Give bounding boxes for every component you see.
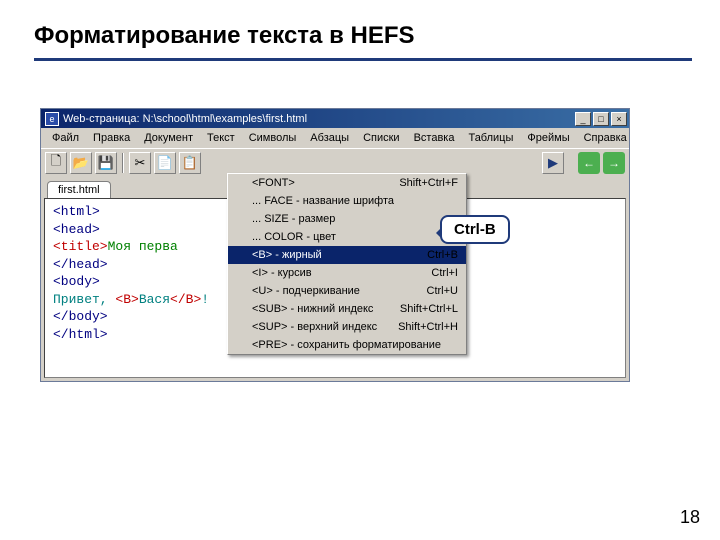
- menu-file[interactable]: Файл: [45, 130, 86, 146]
- dd-italic[interactable]: <I> - курсивCtrl+I: [228, 264, 466, 282]
- dd-font[interactable]: <FONT>Shift+Ctrl+F: [228, 174, 466, 192]
- text-dropdown: <FONT>Shift+Ctrl+F ... FACE - название ш…: [227, 173, 467, 355]
- code-text: !: [201, 292, 209, 307]
- play-icon: ▶: [548, 155, 558, 171]
- toolbar-separator: [122, 153, 124, 173]
- cut-icon: ✂: [135, 155, 146, 171]
- menu-frames[interactable]: Фреймы: [520, 130, 576, 146]
- run-button[interactable]: ▶: [542, 152, 564, 174]
- dd-size[interactable]: ... SIZE - размер: [228, 210, 466, 228]
- new-button[interactable]: 🗋: [45, 152, 67, 174]
- menu-text[interactable]: Текст: [200, 130, 242, 146]
- title-bar: e Web-страница: N:\school\html\examples\…: [41, 109, 629, 128]
- save-button[interactable]: 💾: [95, 152, 117, 174]
- menu-bar: Файл Правка Документ Текст Символы Абзац…: [41, 128, 629, 148]
- app-window: e Web-страница: N:\school\html\examples\…: [40, 108, 630, 382]
- paste-icon: 📋: [182, 155, 198, 171]
- paste-button[interactable]: 📋: [179, 152, 201, 174]
- menu-document[interactable]: Документ: [137, 130, 200, 146]
- code-line: </body>: [53, 309, 108, 324]
- menu-symbols[interactable]: Символы: [242, 130, 304, 146]
- dd-pre[interactable]: <PRE> - сохранить форматирование: [228, 336, 466, 354]
- shortcut-callout: Ctrl-B: [440, 215, 510, 244]
- menu-insert[interactable]: Вставка: [407, 130, 462, 146]
- dd-sub[interactable]: <SUB> - нижний индексShift+Ctrl+L: [228, 300, 466, 318]
- menu-paragraphs[interactable]: Абзацы: [303, 130, 356, 146]
- code-tag: </B>: [170, 292, 201, 307]
- code-tag: <title>: [53, 239, 108, 254]
- code-line: </head>: [53, 257, 108, 272]
- minimize-button[interactable]: _: [575, 112, 591, 126]
- menu-edit[interactable]: Правка: [86, 130, 137, 146]
- dd-bold[interactable]: <B> - жирныйCtrl+B: [228, 246, 466, 264]
- code-editor[interactable]: <html> <head> <title>Моя перва </head> <…: [44, 198, 626, 378]
- forward-button[interactable]: →: [603, 152, 625, 174]
- code-tag: <B>: [115, 292, 138, 307]
- menu-tables[interactable]: Таблицы: [461, 130, 520, 146]
- code-text: Привет,: [53, 292, 115, 307]
- cut-button[interactable]: ✂: [129, 152, 151, 174]
- new-icon: 🗋: [51, 152, 61, 174]
- copy-icon: 📄: [157, 155, 173, 171]
- open-button[interactable]: 📂: [70, 152, 92, 174]
- copy-button[interactable]: 📄: [154, 152, 176, 174]
- dd-underline[interactable]: <U> - подчеркиваниеCtrl+U: [228, 282, 466, 300]
- menu-help[interactable]: Справка: [577, 130, 634, 146]
- dd-sup[interactable]: <SUP> - верхний индексShift+Ctrl+H: [228, 318, 466, 336]
- close-button[interactable]: ×: [611, 112, 627, 126]
- code-line: <head>: [53, 222, 100, 237]
- file-tab[interactable]: first.html: [47, 181, 111, 198]
- menu-lists[interactable]: Списки: [356, 130, 407, 146]
- code-line: </html>: [53, 327, 108, 342]
- title-underline: [34, 58, 692, 61]
- window-title: Web-страница: N:\school\html\examples\fi…: [63, 113, 573, 125]
- back-button[interactable]: ←: [578, 152, 600, 174]
- page-number: 18: [680, 507, 700, 528]
- app-icon: e: [45, 112, 59, 126]
- dd-face[interactable]: ... FACE - название шрифта: [228, 192, 466, 210]
- code-text: Моя перва: [108, 239, 178, 254]
- arrow-left-icon: ←: [583, 156, 595, 170]
- arrow-right-icon: →: [608, 156, 620, 170]
- save-icon: 💾: [98, 155, 114, 171]
- code-line: <body>: [53, 274, 100, 289]
- slide-title: Форматирование текста в HEFS: [0, 0, 720, 58]
- maximize-button[interactable]: □: [593, 112, 609, 126]
- code-text: Вася: [139, 292, 170, 307]
- code-line: <html>: [53, 204, 100, 219]
- open-icon: 📂: [73, 155, 89, 171]
